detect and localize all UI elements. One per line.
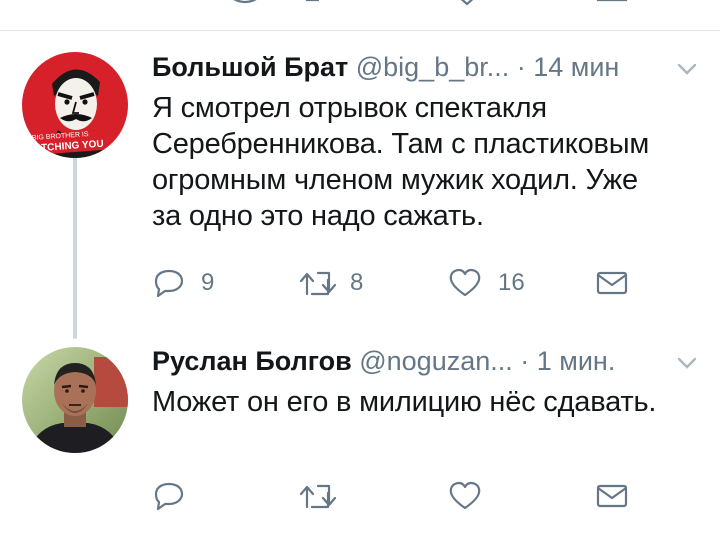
retweet-icon	[298, 481, 338, 511]
direct-message-button[interactable]	[596, 268, 628, 298]
reply-icon	[153, 268, 185, 298]
reply-icon	[153, 481, 185, 511]
author-name[interactable]: Руслан Болгов	[152, 346, 352, 376]
person-photo-avatar	[22, 347, 128, 453]
envelope-icon	[596, 268, 628, 298]
tweet-text-line: Серебренникова. Там с пластиковым	[152, 128, 650, 160]
big-brother-poster-avatar: BIG BROTHER IS WATCHING YOU	[22, 52, 128, 158]
tweet-text: Может он его в милицию нёс сдавать.	[152, 384, 712, 420]
retweet-icon	[298, 268, 338, 298]
reply-button[interactable]: 9	[153, 268, 214, 298]
like-button[interactable]	[448, 481, 482, 511]
tweet-header: Руслан Болгов @noguzan... · 1 мин.	[152, 344, 615, 378]
direct-message-button[interactable]	[596, 481, 628, 511]
like-icon[interactable]	[452, 0, 482, 12]
tweet-timestamp[interactable]: · 14 мин	[517, 52, 620, 82]
tweet-text: Я смотрел отрывок спектакля Серебреннико…	[152, 90, 712, 234]
tweet-text-line: Я смотрел отрывок спектакля	[152, 92, 547, 124]
chevron-down-icon[interactable]	[676, 356, 698, 370]
envelope-icon	[596, 481, 628, 511]
chevron-down-icon[interactable]	[676, 62, 698, 76]
tweet-header: Большой Брат @big_b_br... · 14 мин	[152, 50, 619, 84]
reply-button[interactable]	[153, 481, 185, 511]
like-count: 16	[498, 269, 525, 296]
tweet-text-line: Может он его в милицию нёс сдавать.	[152, 386, 657, 418]
reply-icon[interactable]	[230, 0, 260, 12]
heart-icon	[448, 268, 482, 298]
tweet-text-line: огромным членом мужик ходил. Уже	[152, 164, 638, 196]
like-button[interactable]: 16	[448, 268, 525, 298]
author-name[interactable]: Большой Брат	[152, 52, 348, 82]
avatar[interactable]: BIG BROTHER IS WATCHING YOU	[22, 52, 128, 158]
thread-connector-line	[73, 155, 77, 339]
direct-message-icon[interactable]	[596, 0, 628, 12]
tweet-timestamp[interactable]: · 1 мин.	[520, 346, 615, 376]
retweet-icon[interactable]	[303, 0, 337, 12]
tweet-text-line: за одно это надо сажать.	[152, 200, 484, 232]
avatar[interactable]	[22, 347, 128, 453]
retweet-count: 8	[350, 269, 364, 296]
retweet-button[interactable]: 8	[298, 268, 363, 298]
tweet-divider	[0, 30, 720, 31]
retweet-button[interactable]	[298, 481, 338, 511]
heart-icon	[448, 481, 482, 511]
reply-count: 9	[201, 269, 215, 296]
previous-tweet-actions	[0, 0, 720, 12]
author-handle[interactable]: @big_b_br...	[356, 52, 510, 82]
author-handle[interactable]: @noguzan...	[359, 346, 513, 376]
